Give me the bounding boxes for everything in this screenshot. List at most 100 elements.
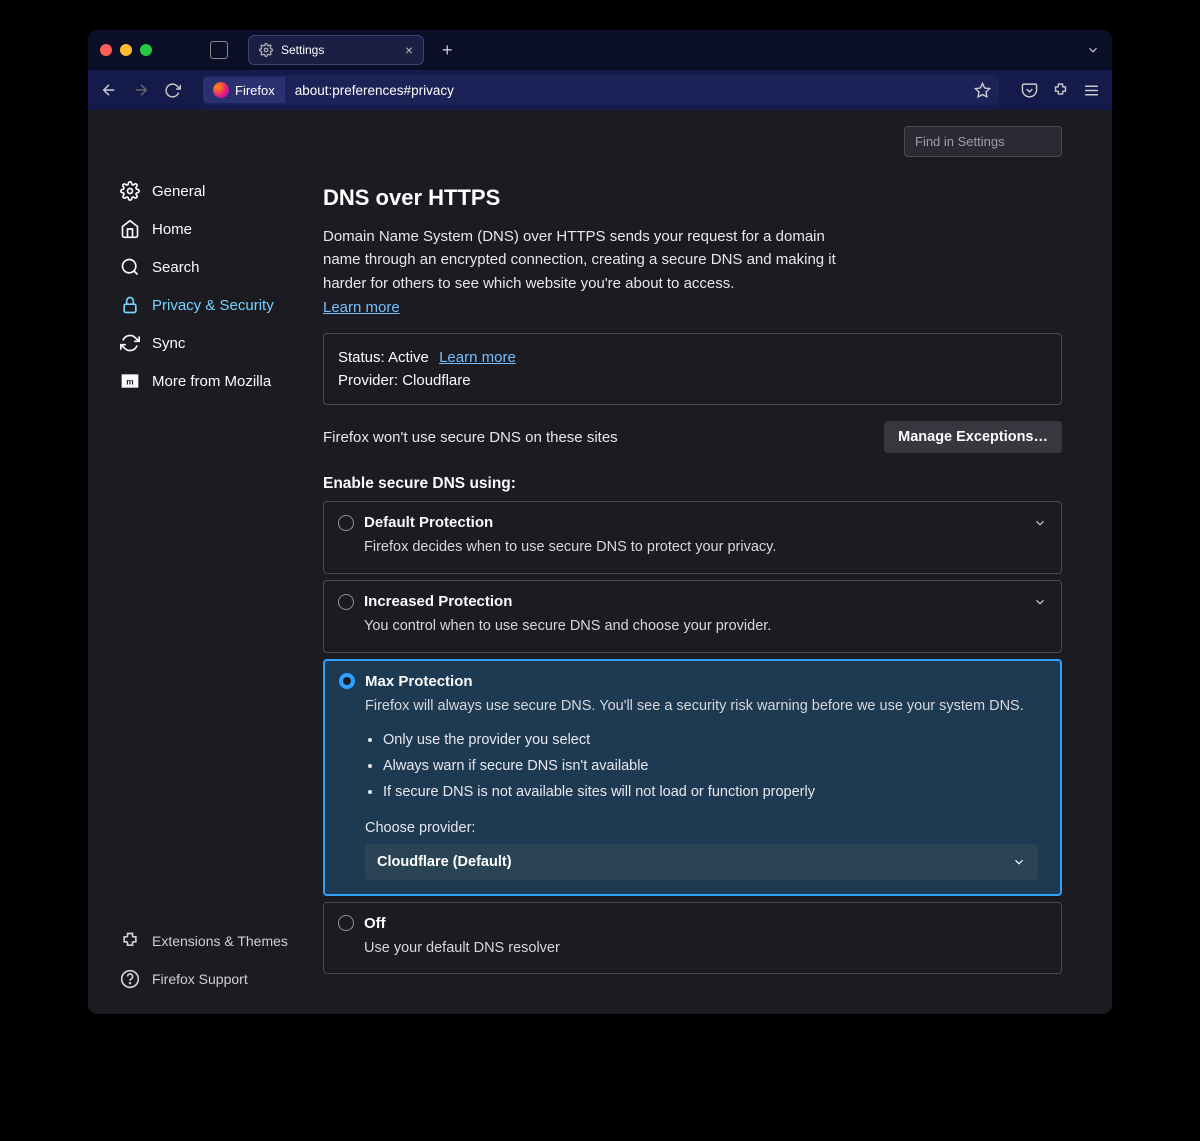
option-desc: Firefox will always use secure DNS. You'… <box>365 696 1046 718</box>
provider-line: Provider: Cloudflare <box>338 369 1047 392</box>
sidebar-item-label: General <box>152 183 205 200</box>
sidebar-item-home[interactable]: Home <box>112 210 313 248</box>
tabs-dropdown-button[interactable] <box>1086 43 1100 57</box>
status-label: Status: <box>338 349 388 366</box>
exceptions-row: Firefox won't use secure DNS on these si… <box>323 421 1062 453</box>
tab-title: Settings <box>281 43 324 57</box>
sidebar-item-mozilla[interactable]: m More from Mozilla <box>112 362 313 400</box>
sidebar-item-extensions[interactable]: Extensions & Themes <box>112 922 313 960</box>
forward-button[interactable] <box>132 81 150 99</box>
provider-label: Provider: <box>338 372 402 389</box>
mozilla-icon: m <box>120 371 140 391</box>
search-row <box>323 126 1062 157</box>
enable-heading: Enable secure DNS using: <box>323 475 1062 493</box>
sidebar-item-label: Privacy & Security <box>152 297 274 314</box>
url-bar[interactable]: Firefox about:preferences#privacy <box>203 75 999 105</box>
status-line: Status: Active Learn more <box>338 346 1047 369</box>
radio-button-selected[interactable] <box>339 673 355 689</box>
status-box: Status: Active Learn more Provider: Clou… <box>323 333 1062 406</box>
option-title: Off <box>364 915 386 932</box>
home-icon <box>120 219 140 239</box>
sidebar-item-general[interactable]: General <box>112 172 313 210</box>
option-desc: You control when to use secure DNS and c… <box>364 616 1047 638</box>
sidebar-item-search[interactable]: Search <box>112 248 313 286</box>
option-title: Increased Protection <box>364 593 512 610</box>
option-title: Default Protection <box>364 514 493 531</box>
expand-button[interactable] <box>1033 516 1047 530</box>
bookmark-button[interactable] <box>974 82 991 99</box>
close-window-button[interactable] <box>100 44 112 56</box>
arrow-right-icon <box>132 81 150 99</box>
option-off[interactable]: Off Use your default DNS resolver <box>323 902 1062 975</box>
sidebar-item-label: Home <box>152 221 192 238</box>
browser-tab[interactable]: Settings × <box>248 35 424 65</box>
bullet-item: If secure DNS is not available sites wil… <box>383 784 1046 800</box>
option-default-protection[interactable]: Default Protection Firefox decides when … <box>323 501 1062 574</box>
chevron-down-icon <box>1086 43 1100 57</box>
lock-icon <box>120 295 140 315</box>
bullet-item: Only use the provider you select <box>383 732 1046 748</box>
star-icon <box>974 82 991 99</box>
gear-icon <box>120 181 140 201</box>
select-value: Cloudflare (Default) <box>377 854 512 870</box>
page-description: Domain Name System (DNS) over HTTPS send… <box>323 225 863 295</box>
expand-button[interactable] <box>1033 595 1047 609</box>
extensions-button[interactable] <box>1052 82 1069 99</box>
settings-search-input[interactable] <box>904 126 1062 157</box>
help-icon <box>120 969 140 989</box>
sidebar-item-label: Search <box>152 259 200 276</box>
firefox-logo-icon <box>213 82 229 98</box>
reload-button[interactable] <box>164 82 181 99</box>
gear-icon <box>259 43 273 57</box>
bullet-item: Always warn if secure DNS isn't availabl… <box>383 758 1046 774</box>
chevron-down-icon <box>1033 516 1047 530</box>
option-title: Max Protection <box>365 673 473 690</box>
reload-icon <box>164 82 181 99</box>
sidebar-item-privacy[interactable]: Privacy & Security <box>112 286 313 324</box>
firefox-window: Settings × + Firefox about:preferences#p… <box>88 30 1112 1014</box>
exceptions-text: Firefox won't use secure DNS on these si… <box>323 429 618 446</box>
provider-select[interactable]: Cloudflare (Default) <box>365 844 1038 880</box>
choose-provider-label: Choose provider: <box>365 820 1046 836</box>
sync-icon <box>120 333 140 353</box>
puzzle-icon <box>1052 82 1069 99</box>
page-title: DNS over HTTPS <box>323 185 1062 211</box>
chevron-down-icon <box>1033 595 1047 609</box>
puzzle-icon <box>120 931 140 951</box>
badge-text: Firefox <box>235 83 275 98</box>
sidebar-item-label: Firefox Support <box>152 971 248 987</box>
new-tab-button[interactable]: + <box>442 40 453 61</box>
maximize-window-button[interactable] <box>140 44 152 56</box>
hamburger-icon <box>1083 82 1100 99</box>
radio-button[interactable] <box>338 915 354 931</box>
firefox-badge: Firefox <box>203 77 285 103</box>
navigation-bar: Firefox about:preferences#privacy <box>88 70 1112 110</box>
status-learn-more-link[interactable]: Learn more <box>439 346 516 369</box>
sidebar-item-label: Extensions & Themes <box>152 933 288 949</box>
pocket-icon <box>1021 82 1038 99</box>
option-max-protection[interactable]: Max Protection Firefox will always use s… <box>323 659 1062 896</box>
search-icon <box>120 257 140 277</box>
chevron-down-icon <box>1012 855 1026 869</box>
sidebar-item-label: Sync <box>152 335 185 352</box>
sidebar-item-support[interactable]: Firefox Support <box>112 960 313 998</box>
option-desc: Firefox decides when to use secure DNS t… <box>364 537 1047 559</box>
option-desc: Use your default DNS resolver <box>364 938 1047 960</box>
minimize-window-button[interactable] <box>120 44 132 56</box>
radio-button[interactable] <box>338 515 354 531</box>
back-button[interactable] <box>100 81 118 99</box>
app-menu-button[interactable] <box>1083 82 1100 99</box>
main-panel: DNS over HTTPS Domain Name System (DNS) … <box>313 110 1112 1014</box>
radio-button[interactable] <box>338 594 354 610</box>
manage-exceptions-button[interactable]: Manage Exceptions… <box>884 421 1062 453</box>
learn-more-link[interactable]: Learn more <box>323 299 400 316</box>
provider-value: Cloudflare <box>402 372 470 389</box>
option-increased-protection[interactable]: Increased Protection You control when to… <box>323 580 1062 653</box>
sidebar-toggle-icon[interactable] <box>210 41 228 59</box>
titlebar: Settings × + <box>88 30 1112 70</box>
close-tab-button[interactable]: × <box>405 43 413 57</box>
sidebar-item-sync[interactable]: Sync <box>112 324 313 362</box>
pocket-button[interactable] <box>1021 82 1038 99</box>
sidebar-bottom: Extensions & Themes Firefox Support <box>112 922 313 998</box>
url-text: about:preferences#privacy <box>295 83 974 98</box>
